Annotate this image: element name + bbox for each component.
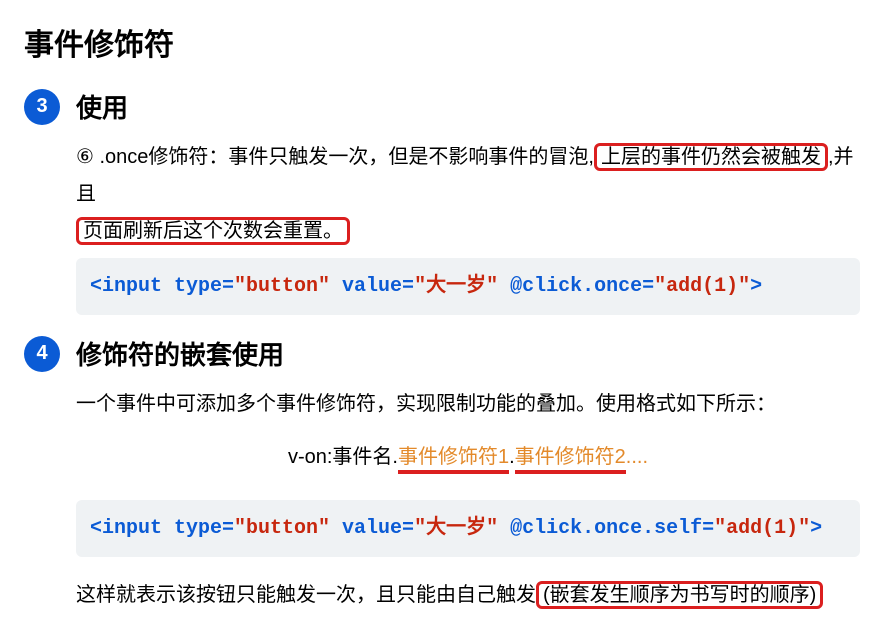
code-token: "add(1)" [654, 275, 750, 298]
highlight-box-3: (嵌套发生顺序为书写时的顺序) [536, 581, 823, 609]
section-4-header: 4 修饰符的嵌套使用 [24, 335, 860, 372]
code-token: type= [162, 275, 234, 298]
code-token: value= [330, 275, 414, 298]
badge-3: 3 [24, 89, 60, 125]
code-token: type= [162, 517, 234, 540]
code-example-2: <input type="button" value="大一岁" @click.… [76, 500, 860, 557]
nested-footer: 这样就表示该按钮只能触发一次，且只能由自己触发(嵌套发生顺序为书写时的顺序) [76, 577, 860, 614]
section-4-title: 修饰符的嵌套使用 [76, 335, 284, 372]
code-token: @click.once= [498, 275, 654, 298]
code-token: "大一岁" [414, 517, 498, 540]
code-token: "button" [234, 275, 330, 298]
footer-text: 这样就表示该按钮只能触发一次，且只能由自己触发 [76, 584, 536, 606]
code-token: "button" [234, 517, 330, 540]
nested-description: 一个事件中可添加多个事件修饰符，实现限制功能的叠加。使用格式如下所示： [76, 386, 860, 423]
badge-4: 4 [24, 336, 60, 372]
code-token: value= [330, 517, 414, 540]
code-token: <input [90, 275, 162, 298]
code-token: "add(1)" [714, 517, 810, 540]
code-token: > [750, 275, 762, 298]
pattern-tail: .... [626, 446, 648, 468]
section-3-header: 3 使用 [24, 88, 860, 125]
code-example-1: <input type="button" value="大一岁" @click.… [76, 258, 860, 315]
section-3-content: ⑥ .once修饰符：事件只触发一次，但是不影响事件的冒泡,上层的事件仍然会被触… [24, 139, 860, 315]
section-4-content: 一个事件中可添加多个事件修饰符，实现限制功能的叠加。使用格式如下所示： v-on… [24, 386, 860, 614]
code-token: <input [90, 517, 162, 540]
pattern-syntax: v-on:事件名.事件修饰符1.事件修饰符2.... [76, 439, 860, 476]
page-title: 事件修饰符 [24, 20, 860, 64]
desc-text: ⑥ .once修饰符：事件只触发一次，但是不影响事件的冒泡, [76, 146, 594, 168]
pattern-base: v-on:事件名. [288, 446, 398, 468]
once-description: ⑥ .once修饰符：事件只触发一次，但是不影响事件的冒泡,上层的事件仍然会被触… [76, 139, 860, 250]
pattern-modifier-2: 事件修饰符2 [515, 446, 626, 474]
code-token: "大一岁" [414, 275, 498, 298]
section-3-title: 使用 [76, 88, 128, 125]
code-token: @click.once.self= [498, 517, 714, 540]
pattern-modifier-1: 事件修饰符1 [398, 446, 509, 474]
highlight-box-1: 上层的事件仍然会被触发 [594, 143, 828, 171]
pattern-dot: . [509, 446, 515, 468]
highlight-box-2: 页面刷新后这个次数会重置。 [76, 217, 350, 245]
code-token: > [810, 517, 822, 540]
